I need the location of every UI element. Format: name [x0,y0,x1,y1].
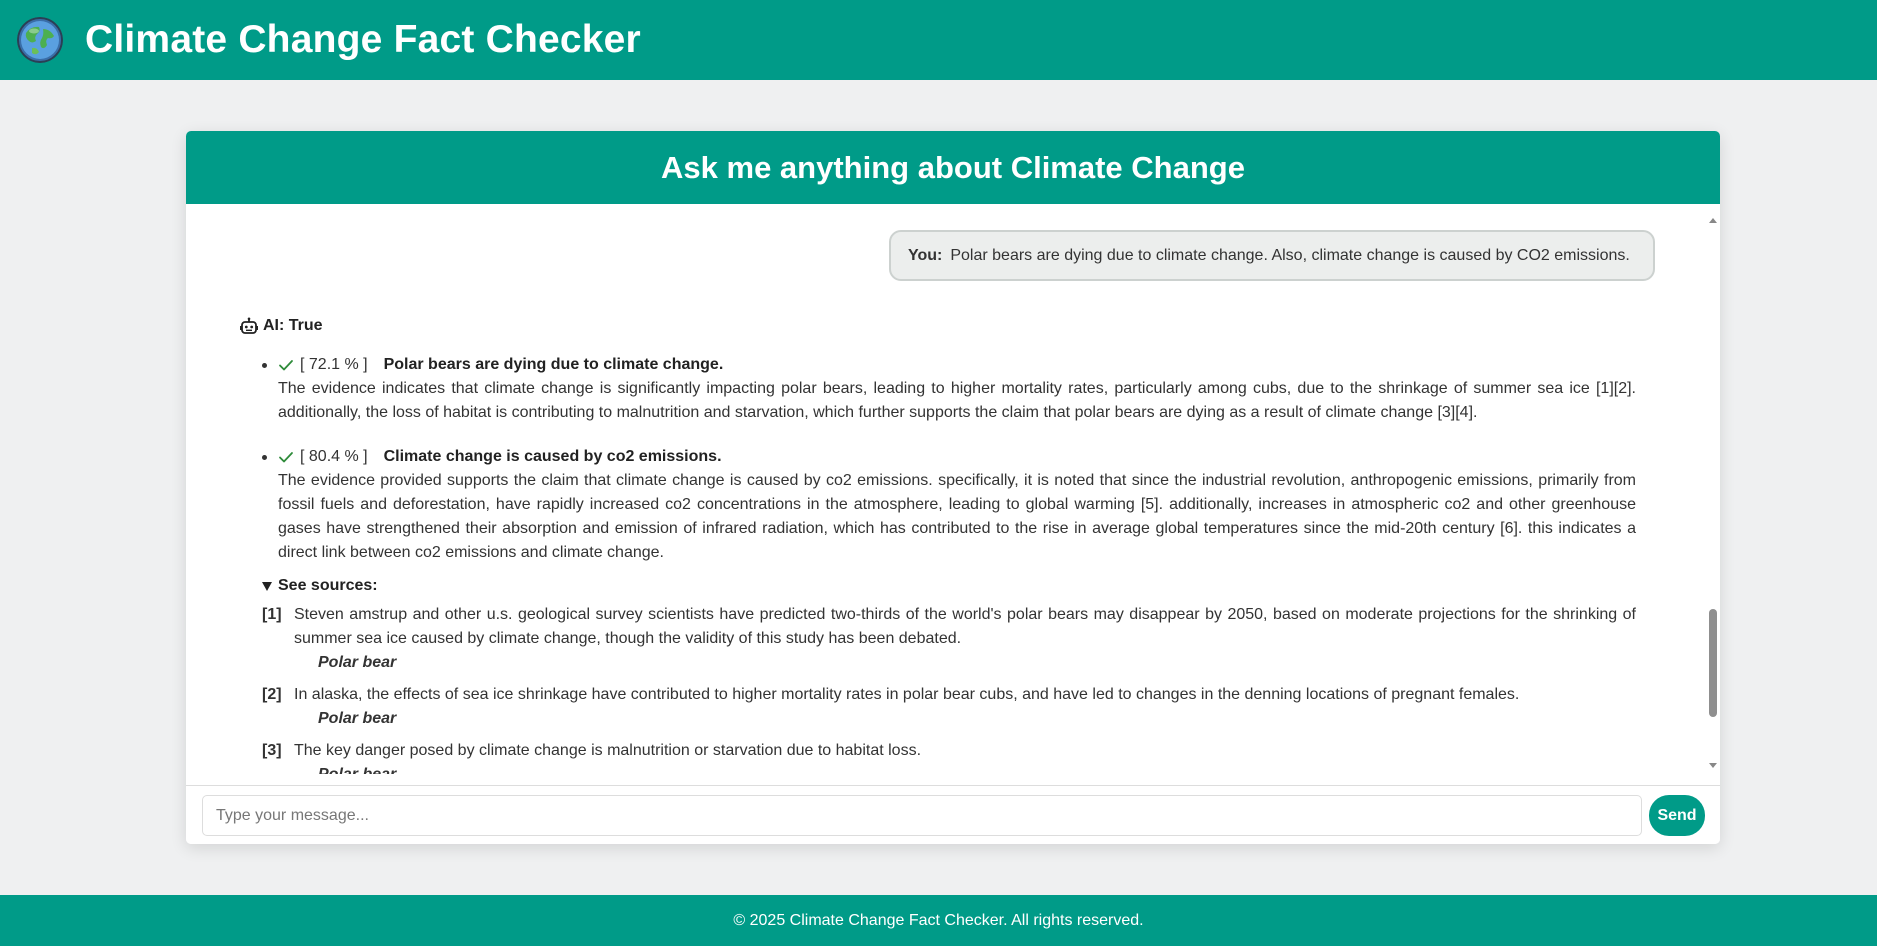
sources-toggle[interactable]: See sources: [262,577,1636,595]
bullet [262,363,267,368]
claim-score: [ 80.4 % ] [300,448,368,465]
user-message-text: Polar bears are dying due to climate cha… [950,246,1630,264]
input-bar: Send [186,785,1720,844]
source-item: [2] In alaska, the effects of sea ice sh… [262,683,1636,731]
sources-section: See sources: [1] Steven amstrup and othe… [262,577,1636,774]
source-number: [2] [262,686,282,703]
claim-item: [ 72.1 % ] Polar bears are dying due to … [262,353,1636,425]
claim-title: Polar bears are dying due to climate cha… [383,356,724,373]
scroll-up-icon[interactable] [1709,218,1717,223]
source-text: Steven amstrup and other u.s. geological… [294,606,1636,647]
source-item: [3] The key danger posed by climate chan… [262,739,1636,774]
source-number: [1] [262,606,282,623]
message-input[interactable] [202,795,1642,836]
user-message: You: Polar bears are dying due to climat… [889,230,1655,281]
robot-icon [240,317,258,334]
claim-list: [ 72.1 % ] Polar bears are dying due to … [262,353,1636,565]
claim-explanation: The evidence provided supports the claim… [278,472,1636,561]
source-number: [3] [262,742,282,759]
chat-card: Ask me anything about Climate Change You… [186,131,1720,844]
top-bar: Climate Change Fact Checker [0,0,1877,80]
message-list[interactable]: You: Polar bears are dying due to climat… [186,204,1720,774]
claim-score: [ 72.1 % ] [300,356,368,373]
app-title: Climate Change Fact Checker [85,18,641,61]
source-text: The key danger posed by climate change i… [294,742,922,759]
source-item: [1] Steven amstrup and other u.s. geolog… [262,603,1636,675]
send-button[interactable]: Send [1649,795,1705,836]
scroll-thumb[interactable] [1709,609,1717,717]
bullet [262,455,267,460]
chat-header: Ask me anything about Climate Change [186,131,1720,204]
source-title: Polar bear [318,654,397,671]
scroll-down-icon[interactable] [1709,763,1717,768]
source-title: Polar bear [294,763,1636,774]
user-label: You: [908,246,943,264]
source-text: In alaska, the effects of sea ice shrink… [294,686,1520,703]
claim-item: [ 80.4 % ] Climate change is caused by c… [262,445,1636,565]
sources-label: See sources: [278,577,378,594]
source-title: Polar bear [318,710,397,727]
ai-verdict-label: AI: True [263,317,323,334]
check-icon [279,360,293,371]
message-scrollbar[interactable] [1706,204,1720,774]
check-icon [279,452,293,463]
triangle-down-icon [262,581,272,591]
ai-response-header: AI: True [240,317,323,335]
footer: © 2025 Climate Change Fact Checker. All … [0,895,1877,946]
claim-title: Climate change is caused by co2 emission… [383,448,722,465]
globe-icon [17,17,63,63]
claim-explanation: The evidence indicates that climate chan… [278,380,1636,421]
